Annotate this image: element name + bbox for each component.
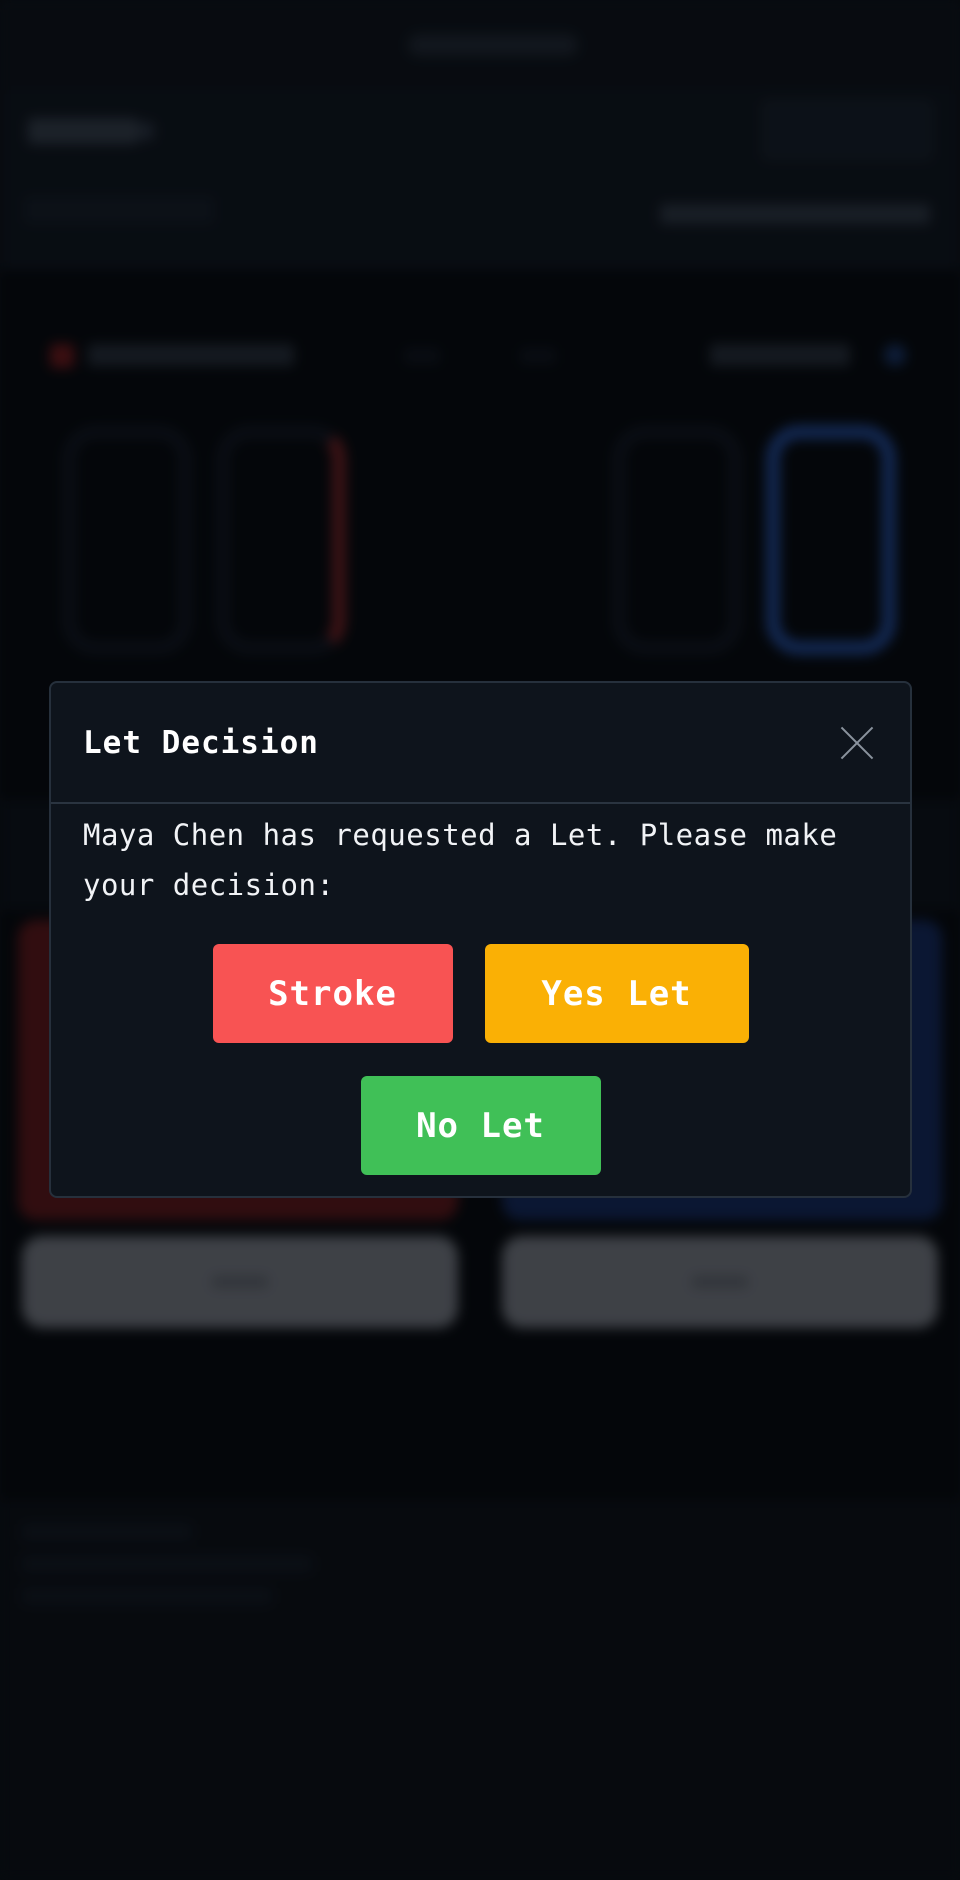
let-decision-dialog: Let Decision Maya Chen has requested a L…: [49, 681, 912, 1198]
decision-buttons-row: Stroke Yes Let: [51, 944, 910, 1043]
dialog-header: Let Decision: [51, 683, 910, 804]
dialog-message: Maya Chen has requested a Let. Please ma…: [83, 818, 838, 902]
app-screen: Let Decision Maya Chen has requested a L…: [0, 0, 960, 1880]
decision-buttons-row-2: No Let: [51, 1076, 910, 1175]
no-let-button[interactable]: No Let: [360, 1076, 601, 1175]
yes-let-button[interactable]: Yes Let: [484, 944, 749, 1043]
stroke-button[interactable]: Stroke: [212, 944, 453, 1043]
dialog-title: Let Decision: [83, 724, 319, 761]
close-icon[interactable]: [840, 726, 874, 760]
